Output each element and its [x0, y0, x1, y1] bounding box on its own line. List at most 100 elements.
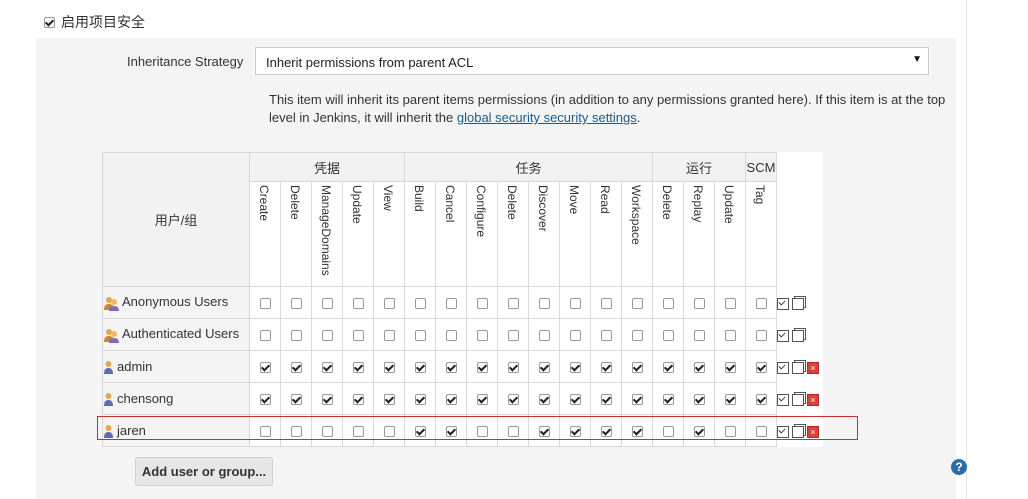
permission-checkbox-read[interactable]	[600, 330, 612, 342]
inheritance-strategy-select[interactable]: Inherit permissions from parent ACL ▼	[255, 47, 929, 75]
unselect-all-icon[interactable]	[792, 361, 804, 374]
permission-checkbox-delete[interactable]	[507, 362, 519, 374]
permission-checkbox-move[interactable]	[569, 330, 581, 342]
permission-checkbox-replay[interactable]	[693, 394, 705, 406]
permission-checkbox-workspace[interactable]	[631, 330, 643, 342]
permission-checkbox-tag[interactable]	[755, 394, 767, 406]
permission-checkbox-tag[interactable]	[755, 362, 767, 374]
permission-checkbox-read[interactable]	[600, 426, 612, 438]
permission-checkbox-create[interactable]	[259, 426, 271, 438]
permission-checkbox-view[interactable]	[383, 362, 395, 374]
permission-checkbox-configure[interactable]	[476, 426, 488, 438]
permission-checkbox-view[interactable]	[383, 330, 395, 342]
permission-checkbox-delete[interactable]	[507, 426, 519, 438]
permission-checkbox-create[interactable]	[259, 298, 271, 310]
permission-checkbox-create[interactable]	[259, 362, 271, 374]
select-all-icon[interactable]	[777, 297, 789, 310]
select-all-icon[interactable]	[777, 425, 789, 438]
permission-checkbox-delete[interactable]	[290, 426, 302, 438]
permission-checkbox-build[interactable]	[414, 394, 426, 406]
permission-checkbox-cancel[interactable]	[445, 330, 457, 342]
permission-checkbox-delete[interactable]	[290, 298, 302, 310]
permission-checkbox-update[interactable]	[724, 394, 736, 406]
permission-checkbox-configure[interactable]	[476, 298, 488, 310]
permission-checkbox-update[interactable]	[724, 330, 736, 342]
unselect-all-icon[interactable]	[792, 329, 804, 342]
select-all-icon[interactable]	[777, 393, 789, 406]
permission-checkbox-read[interactable]	[600, 362, 612, 374]
permission-checkbox-configure[interactable]	[476, 362, 488, 374]
unselect-all-icon[interactable]	[792, 393, 804, 406]
permission-checkbox-managedomains[interactable]	[321, 426, 333, 438]
permission-checkbox-build[interactable]	[414, 330, 426, 342]
permission-checkbox-move[interactable]	[569, 394, 581, 406]
permission-checkbox-delete[interactable]	[507, 330, 519, 342]
permission-checkbox-update[interactable]	[352, 362, 364, 374]
permission-checkbox-delete[interactable]	[290, 362, 302, 374]
permission-checkbox-managedomains[interactable]	[321, 330, 333, 342]
permission-checkbox-configure[interactable]	[476, 330, 488, 342]
permission-checkbox-discover[interactable]	[538, 362, 550, 374]
permission-checkbox-view[interactable]	[383, 394, 395, 406]
permission-checkbox-delete[interactable]	[290, 394, 302, 406]
permission-checkbox-tag[interactable]	[755, 330, 767, 342]
permission-checkbox-tag[interactable]	[755, 426, 767, 438]
permission-checkbox-delete[interactable]	[290, 330, 302, 342]
permission-checkbox-replay[interactable]	[693, 362, 705, 374]
permission-checkbox-read[interactable]	[600, 298, 612, 310]
global-security-settings-link[interactable]: global security security settings	[457, 110, 637, 125]
permission-checkbox-create[interactable]	[259, 330, 271, 342]
permission-checkbox-replay[interactable]	[693, 298, 705, 310]
permission-checkbox-delete[interactable]	[507, 394, 519, 406]
permission-checkbox-view[interactable]	[383, 298, 395, 310]
remove-entry-icon[interactable]: ×	[807, 425, 819, 438]
permission-checkbox-managedomains[interactable]	[321, 298, 333, 310]
permission-checkbox-cancel[interactable]	[445, 394, 457, 406]
permission-checkbox-build[interactable]	[414, 298, 426, 310]
permission-checkbox-update[interactable]	[352, 426, 364, 438]
permission-checkbox-discover[interactable]	[538, 330, 550, 342]
permission-checkbox-discover[interactable]	[538, 394, 550, 406]
select-all-icon[interactable]	[777, 329, 789, 342]
remove-entry-icon[interactable]: ×	[807, 393, 819, 406]
help-icon[interactable]: ?	[951, 459, 967, 475]
unselect-all-icon[interactable]	[792, 425, 804, 438]
enable-project-security[interactable]: 启用项目安全	[44, 12, 145, 32]
permission-checkbox-tag[interactable]	[755, 298, 767, 310]
permission-checkbox-cancel[interactable]	[445, 362, 457, 374]
permission-checkbox-update[interactable]	[352, 330, 364, 342]
add-user-or-group-button[interactable]: Add user or group...	[135, 457, 273, 486]
permission-checkbox-create[interactable]	[259, 394, 271, 406]
permission-checkbox-configure[interactable]	[476, 394, 488, 406]
permission-checkbox-build[interactable]	[414, 362, 426, 374]
permission-checkbox-workspace[interactable]	[631, 298, 643, 310]
permission-checkbox-update[interactable]	[724, 362, 736, 374]
permission-checkbox-delete[interactable]	[507, 298, 519, 310]
permission-checkbox-view[interactable]	[383, 426, 395, 438]
permission-checkbox-update[interactable]	[724, 298, 736, 310]
permission-checkbox-move[interactable]	[569, 362, 581, 374]
permission-checkbox-delete[interactable]	[662, 394, 674, 406]
permission-checkbox-managedomains[interactable]	[321, 362, 333, 374]
permission-checkbox-discover[interactable]	[538, 298, 550, 310]
enable-project-security-checkbox[interactable]	[44, 16, 55, 28]
permission-checkbox-move[interactable]	[569, 298, 581, 310]
permission-checkbox-build[interactable]	[414, 426, 426, 438]
remove-entry-icon[interactable]: ×	[807, 361, 819, 374]
permission-checkbox-workspace[interactable]	[631, 362, 643, 374]
permission-checkbox-read[interactable]	[600, 394, 612, 406]
permission-checkbox-update[interactable]	[724, 426, 736, 438]
permission-checkbox-managedomains[interactable]	[321, 394, 333, 406]
permission-checkbox-workspace[interactable]	[631, 426, 643, 438]
permission-checkbox-replay[interactable]	[693, 330, 705, 342]
permission-checkbox-move[interactable]	[569, 426, 581, 438]
select-all-icon[interactable]	[777, 361, 789, 374]
unselect-all-icon[interactable]	[792, 297, 804, 310]
permission-checkbox-replay[interactable]	[693, 426, 705, 438]
permission-checkbox-update[interactable]	[352, 394, 364, 406]
permission-checkbox-delete[interactable]	[662, 298, 674, 310]
permission-checkbox-cancel[interactable]	[445, 298, 457, 310]
permission-checkbox-update[interactable]	[352, 298, 364, 310]
permission-checkbox-workspace[interactable]	[631, 394, 643, 406]
permission-checkbox-delete[interactable]	[662, 330, 674, 342]
